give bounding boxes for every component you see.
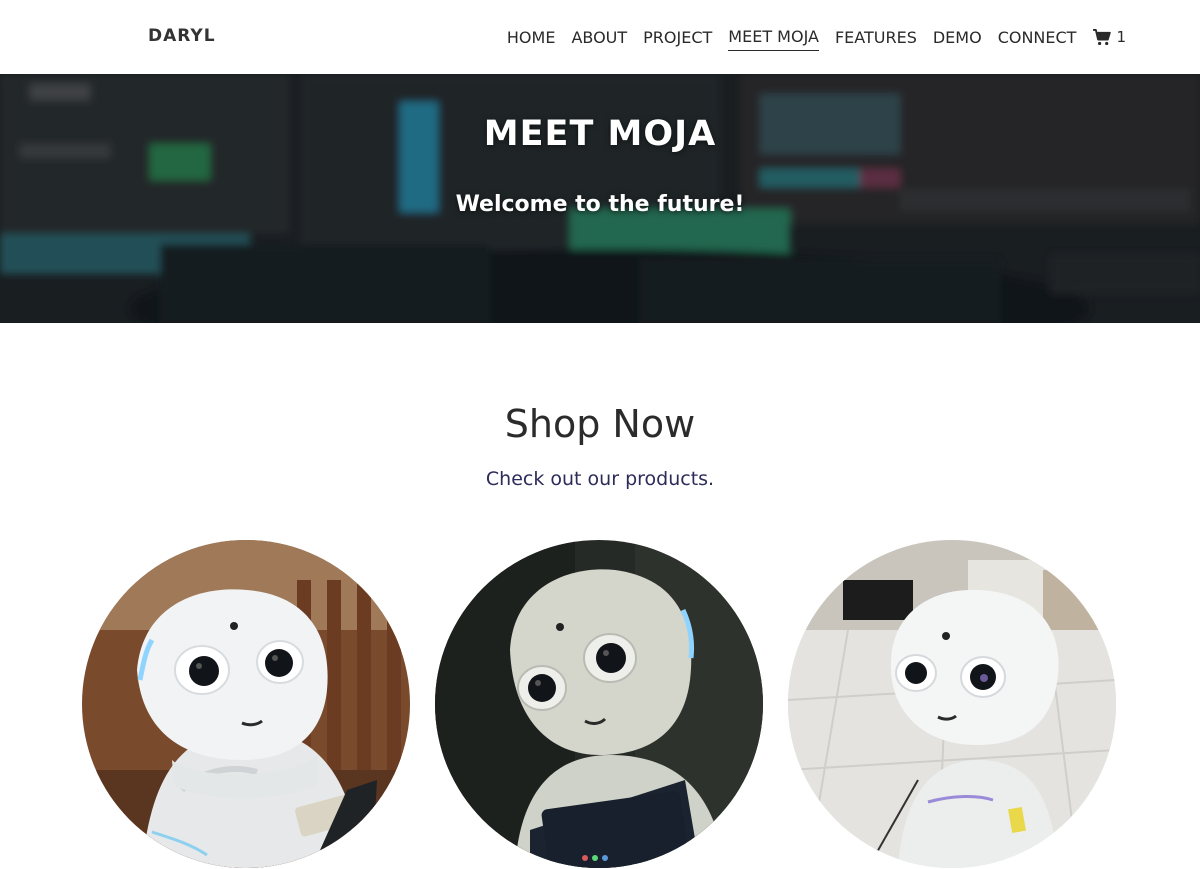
nav-link-project[interactable]: PROJECT: [643, 28, 712, 51]
robot-image: [788, 540, 1116, 868]
brand-logo[interactable]: DARYL: [148, 26, 216, 46]
cart-count: 1: [1116, 28, 1126, 46]
nav-link-home[interactable]: HOME: [507, 28, 556, 51]
hero-subtitle: Welcome to the future!: [455, 192, 745, 217]
nav-link-meet-moja[interactable]: MEET MOJA: [728, 27, 819, 51]
nav-link-demo[interactable]: DEMO: [933, 28, 982, 51]
nav-link-connect[interactable]: CONNECT: [998, 28, 1077, 51]
shop-heading: Shop Now: [504, 402, 696, 446]
shopping-cart-icon: [1093, 28, 1112, 45]
shop-subheading: Check out our products.: [485, 468, 715, 490]
robot-image: [82, 540, 410, 868]
nav-link-features[interactable]: FEATURES: [835, 28, 917, 51]
hero-banner: MEET MOJA Welcome to the future!: [0, 74, 1200, 323]
top-navbar: DARYL HOME ABOUT PROJECT MEET MOJA FEATU…: [0, 0, 1200, 74]
product-image-3[interactable]: [788, 540, 1116, 868]
nav-link-about[interactable]: ABOUT: [571, 28, 627, 51]
cart-button[interactable]: 1: [1092, 28, 1126, 50]
robot-image: [435, 540, 763, 868]
product-image-1[interactable]: [82, 540, 410, 868]
nav-menu: HOME ABOUT PROJECT MEET MOJA FEATURES DE…: [491, 27, 1126, 51]
product-image-2[interactable]: [435, 540, 763, 868]
hero-title: MEET MOJA: [483, 114, 717, 154]
